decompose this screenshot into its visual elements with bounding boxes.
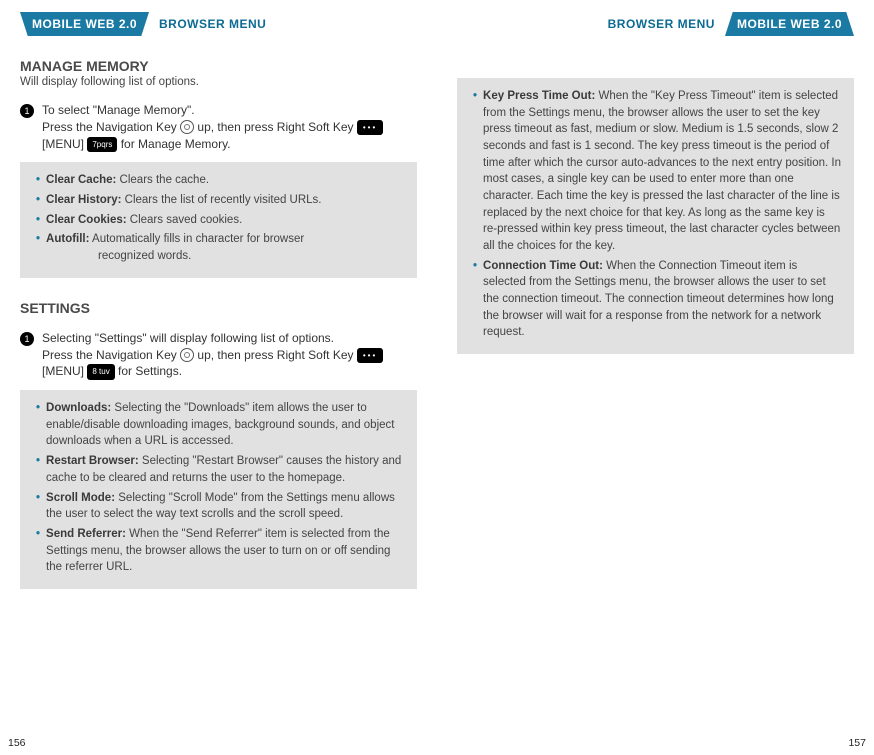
section-subtitle: Will display following list of options.	[20, 76, 417, 88]
step-1-memory: 1 To select "Manage Memory". Press the N…	[20, 102, 417, 152]
section-title-manage-memory: MANAGE MEMORY	[20, 58, 417, 74]
step-number-icon: 1	[20, 104, 34, 118]
step-1-settings: 1 Selecting "Settings" will display foll…	[20, 330, 417, 380]
options-box-memory: •Clear Cache: Clears the cache. •Clear H…	[20, 162, 417, 277]
section-title-settings: SETTINGS	[20, 300, 417, 316]
keycap-7-icon: 7pqrs	[87, 137, 117, 152]
step-number-icon: 1	[20, 332, 34, 346]
dots-key-icon: •••	[357, 348, 383, 363]
header-tab-right: MOBILE WEB 2.0	[725, 12, 854, 36]
header-title-left: BROWSER MENU	[159, 17, 266, 31]
step-text: To select "Manage Memory".	[42, 102, 417, 119]
nav-key-icon	[180, 120, 194, 134]
page-number-right: 157	[848, 737, 866, 749]
dots-key-icon: •••	[357, 120, 383, 135]
header-tab-left: MOBILE WEB 2.0	[20, 12, 149, 36]
step-instruction: Press the Navigation Key up, then press …	[42, 347, 417, 381]
page-number-left: 156	[8, 737, 26, 749]
step-instruction: Press the Navigation Key up, then press …	[42, 119, 417, 153]
header-title-right: BROWSER MENU	[608, 17, 715, 31]
keycap-8-icon: 8 tuv	[87, 364, 114, 379]
options-box-right: •Key Press Time Out: When the "Key Press…	[457, 78, 854, 354]
options-box-settings: •Downloads: Selecting the "Downloads" it…	[20, 390, 417, 589]
nav-key-icon	[180, 348, 194, 362]
step-text: Selecting "Settings" will display follow…	[42, 330, 417, 347]
